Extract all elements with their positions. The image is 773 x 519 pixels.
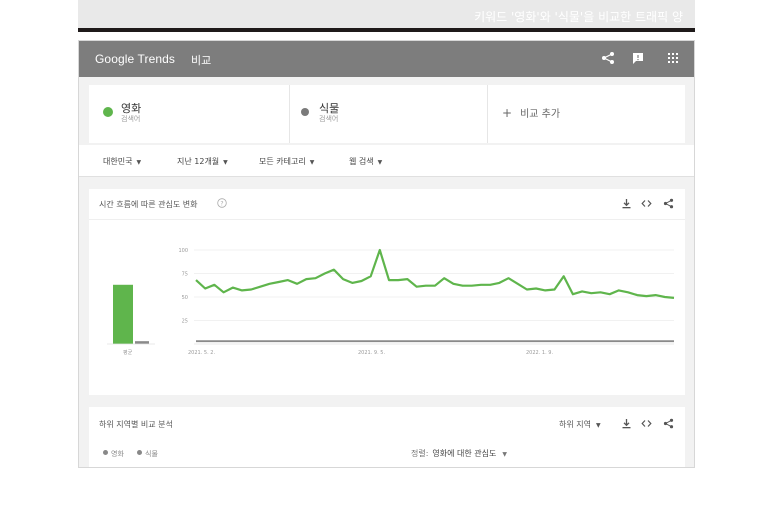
apps-icon[interactable]: [666, 51, 680, 65]
add-comparison-label: 비교 추가: [520, 109, 561, 120]
term-divider: [487, 85, 488, 143]
caption-rule: [78, 28, 695, 32]
caret-down-icon: ▼: [136, 159, 142, 166]
y-tick-label: 75: [182, 272, 188, 278]
region-level-select[interactable]: 하위 지역 ▼: [559, 419, 601, 430]
average-bar-1: [113, 284, 133, 344]
x-tick-label: 2021. 5. 2.: [188, 350, 215, 356]
card-title: 시간 흐름에 따른 관심도 변화: [99, 200, 198, 209]
term-color-dot: [301, 108, 309, 116]
caret-down-icon: ▼: [223, 159, 228, 166]
interest-over-time-card: 시간 흐름에 따른 관심도 변화 ? 100 75 50 25 2021. 5. 2. 2…: [89, 189, 685, 395]
legend-item-2: 식물: [137, 449, 158, 459]
embed-icon[interactable]: [641, 198, 652, 209]
download-icon[interactable]: [621, 418, 632, 429]
filter-category[interactable]: 모든 카테고리 ▼: [259, 156, 314, 167]
term-divider: [289, 85, 290, 143]
average-bar-2: [135, 341, 149, 344]
caret-down-icon: ▼: [309, 159, 315, 166]
y-tick-label: 50: [182, 295, 188, 301]
caret-down-icon: ▼: [502, 451, 508, 458]
series-line-1: [195, 248, 675, 299]
add-comparison-button[interactable]: + 비교 추가: [502, 105, 560, 120]
svg-text:?: ?: [220, 200, 223, 207]
caption-bar: 키워드 '영화'와 '식물'을 비교한 트래픽 양: [78, 0, 695, 30]
x-tick-label: 2021. 9. 5.: [358, 350, 385, 356]
sort-value: 영화에 대한 관심도: [432, 449, 497, 458]
term-card-1[interactable]: 영화 검색어: [103, 85, 283, 143]
average-label: 평균: [123, 349, 133, 356]
caret-down-icon: ▼: [377, 159, 383, 166]
embed-icon[interactable]: [641, 418, 652, 429]
term-card-2[interactable]: 식물 검색어: [301, 85, 481, 143]
caret-down-icon: ▼: [595, 422, 601, 429]
legend-item-1: 영화: [103, 449, 124, 459]
region-select-label: 하위 지역: [559, 420, 591, 429]
filter-time-range[interactable]: 지난 12개월 ▼: [177, 156, 228, 167]
feedback-icon[interactable]: [631, 51, 645, 65]
x-tick-label: 2022. 1. 9.: [526, 350, 553, 356]
filter-search-type[interactable]: 웹 검색 ▼: [349, 156, 382, 167]
filter-label: 대한민국: [103, 157, 133, 166]
comparison-terms: 영화 검색어 식물 검색어 + 비교 추가: [89, 85, 685, 143]
share-icon[interactable]: [663, 198, 674, 209]
help-icon[interactable]: ?: [217, 198, 227, 208]
y-tick-label: 25: [182, 319, 188, 325]
filter-region[interactable]: 대한민국 ▼: [103, 156, 141, 167]
google-trends-logo[interactable]: Google Trends: [95, 52, 175, 66]
sort-label: 정렬:: [411, 449, 429, 458]
legend-label: 영화: [111, 450, 124, 458]
share-icon[interactable]: [601, 51, 615, 65]
filter-label: 지난 12개월: [177, 157, 220, 166]
term-type: 검색어: [121, 115, 141, 123]
plus-icon: +: [502, 106, 513, 120]
legend-label: 식물: [145, 450, 158, 458]
legend-dot: [137, 450, 142, 455]
term-color-dot: [103, 107, 113, 117]
term-type: 검색어: [319, 115, 339, 123]
filter-label: 모든 카테고리: [259, 157, 306, 166]
download-icon[interactable]: [621, 198, 632, 209]
region-comparison-card: 하위 지역별 비교 분석 하위 지역 ▼ 영화 식물 정렬: 영화에 대한 관심도 ▼: [89, 407, 685, 467]
legend-dot: [103, 450, 108, 455]
filter-label: 웹 검색: [349, 157, 374, 166]
page-title: 비교: [191, 54, 212, 67]
share-icon[interactable]: [663, 418, 674, 429]
interest-chart[interactable]: 100 75 50 25 2021. 5. 2. 2021. 9. 5. 2022. 1. …: [89, 220, 685, 395]
y-tick-label: 100: [178, 248, 188, 254]
app-header: Google Trends 비교: [79, 41, 694, 77]
card-title: 하위 지역별 비교 분석: [99, 420, 173, 429]
caption-text: 키워드 '영화'와 '식물'을 비교한 트래픽 양: [474, 10, 683, 24]
filter-bar: 대한민국 ▼ 지난 12개월 ▼ 모든 카테고리 ▼ 웹 검색 ▼: [79, 145, 694, 177]
trends-screenshot: Google Trends 비교 영화 검색어 식물 검색어 + 비교 추가 대…: [78, 40, 695, 468]
sort-select[interactable]: 정렬: 영화에 대한 관심도 ▼: [411, 448, 507, 459]
